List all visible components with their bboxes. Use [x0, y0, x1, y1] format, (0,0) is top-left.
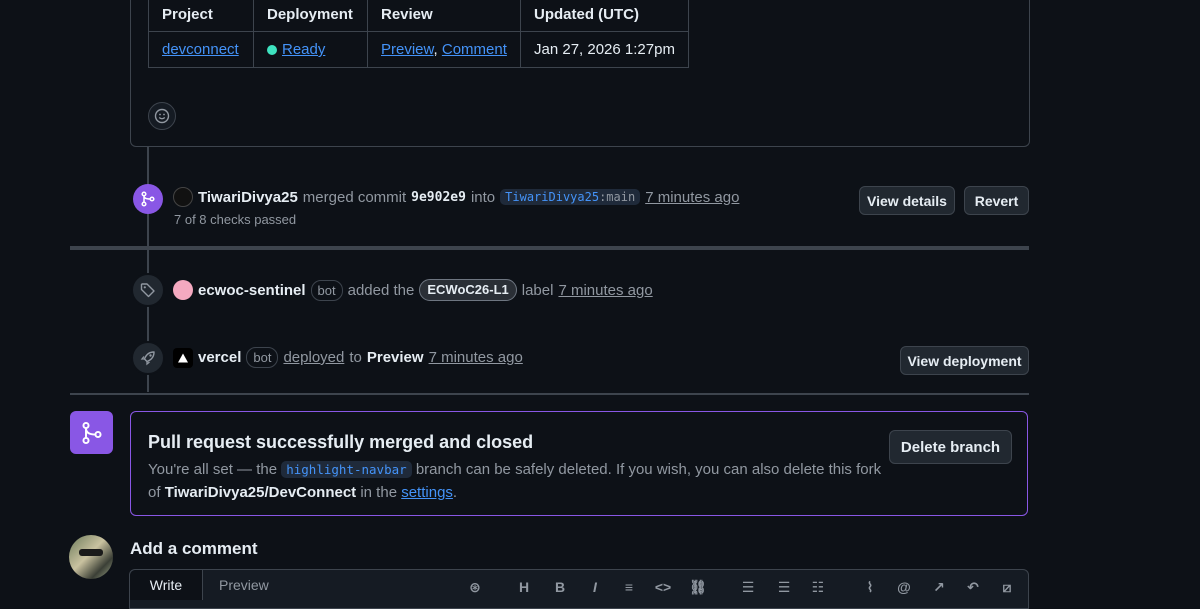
label-event: ecwoc-sentinel bot added the ECWoC26-L1 …	[173, 279, 653, 301]
rocket-icon	[140, 351, 155, 366]
col-project: Project	[148, 0, 254, 32]
label-user[interactable]: ecwoc-sentinel	[198, 282, 306, 299]
unordered-list-icon[interactable]: ☰	[775, 578, 793, 596]
merge-time[interactable]: 7 minutes ago	[645, 189, 739, 206]
deployed-link[interactable]: deployed	[283, 349, 344, 366]
col-deployment: Deployment	[253, 0, 368, 32]
bot-badge: bot	[310, 279, 343, 301]
view-deployment-button[interactable]: View deployment	[900, 346, 1029, 375]
desc-text: You're all set — the	[148, 461, 278, 478]
environment-name: Preview	[366, 349, 424, 366]
into-text: into	[470, 188, 496, 206]
merged-status-icon	[70, 411, 113, 454]
to-text: to	[349, 349, 362, 366]
deploy-user[interactable]: vercel	[198, 349, 241, 366]
checks-status[interactable]: 7 of 8 checks passed	[174, 212, 296, 227]
branch-name: :main	[599, 190, 636, 204]
git-merge-icon	[141, 191, 155, 207]
add-comment-title: Add a comment	[130, 539, 258, 558]
merged-description: You're all set — the highlight-navbar br…	[148, 458, 881, 504]
updated-time: Jan 27, 2026 1:27pm	[520, 31, 689, 68]
bold-icon[interactable]: B	[551, 578, 569, 596]
merge-user[interactable]: TiwariDivya25	[198, 189, 298, 206]
target-branch[interactable]: TiwariDivya25:main	[500, 189, 641, 205]
deployment-table: Project Deployment Review Updated (UTC) …	[148, 0, 689, 68]
delete-branch-button[interactable]: Delete branch	[889, 430, 1012, 464]
desc-text: in the	[360, 484, 398, 501]
avatar[interactable]	[173, 280, 193, 300]
issue-label[interactable]: ECWoC26-L1	[419, 279, 517, 301]
label-event-icon	[131, 273, 165, 307]
quote-icon[interactable]: ≡	[620, 578, 638, 596]
deploy-event: vercel bot deployed to Preview 7 minutes…	[173, 347, 523, 368]
slash-icon[interactable]: ⧄	[998, 578, 1016, 596]
settings-link[interactable]: settings	[401, 484, 453, 501]
review-preview-link[interactable]: Preview	[381, 41, 434, 58]
task-list-icon[interactable]: ☷	[809, 578, 827, 596]
branch-name-pill[interactable]: highlight-navbar	[281, 461, 412, 478]
reference-icon[interactable]: ↗	[930, 578, 948, 596]
undo-icon[interactable]: ↶	[964, 578, 982, 596]
deploy-event-icon	[131, 341, 165, 375]
fork-repo-name: TiwariDivya25/DevConnect	[164, 484, 357, 501]
copilot-icon[interactable]: ⊛	[466, 578, 484, 596]
mention-icon[interactable]: @	[895, 578, 913, 596]
revert-button[interactable]: Revert	[964, 186, 1029, 215]
view-details-button[interactable]: View details	[859, 186, 955, 215]
merged-status-box: Pull request successfully merged and clo…	[130, 411, 1028, 516]
merged-title: Pull request successfully merged and clo…	[148, 432, 534, 452]
col-review: Review	[367, 0, 521, 32]
table-row: devconnect Ready Preview, Comment Jan 27…	[148, 31, 689, 68]
avatar[interactable]	[173, 187, 193, 207]
project-link[interactable]: devconnect	[162, 41, 239, 58]
smiley-icon	[154, 108, 170, 124]
add-reaction-button[interactable]	[148, 102, 176, 130]
col-updated: Updated (UTC)	[520, 0, 689, 32]
table-header-row: Project Deployment Review Updated (UTC)	[148, 0, 689, 32]
review-separator: ,	[433, 41, 438, 58]
timeline-divider	[70, 393, 1029, 395]
avatar[interactable]	[173, 347, 193, 368]
desc-text: .	[452, 484, 458, 501]
timeline-divider	[70, 246, 1029, 250]
italic-icon[interactable]: I	[586, 578, 604, 596]
branch-user: TiwariDivya25	[505, 190, 600, 204]
ordered-list-icon[interactable]: ☰	[739, 578, 757, 596]
merge-text: merged commit	[302, 188, 407, 206]
commit-sha[interactable]: 9e902e9	[411, 190, 466, 205]
label-text: label	[521, 281, 554, 299]
review-comment-link[interactable]: Comment	[442, 41, 507, 58]
vercel-triangle-icon	[178, 353, 188, 362]
code-icon[interactable]: <>	[654, 578, 672, 596]
merge-event-icon	[133, 184, 163, 214]
ready-status-icon	[267, 45, 277, 56]
tab-preview[interactable]: Preview	[219, 570, 269, 600]
attach-icon[interactable]: ⌇	[861, 578, 879, 596]
bot-badge: bot	[246, 347, 279, 368]
added-text: added the	[347, 281, 415, 299]
tag-icon	[140, 283, 155, 298]
comment-editor: Write Preview ⊛ H B I ≡ <> ⛓ ☰ ☰ ☷ ⌇ @ ↗…	[129, 569, 1029, 609]
git-merge-icon	[81, 421, 102, 444]
tab-write[interactable]: Write	[130, 570, 203, 600]
link-icon[interactable]: ⛓	[689, 578, 707, 596]
desc-text: branch can be safely deleted. If you wis…	[415, 461, 882, 478]
label-time[interactable]: 7 minutes ago	[558, 282, 652, 299]
desc-text: of	[148, 484, 161, 501]
deployment-status-link[interactable]: Ready	[282, 41, 325, 58]
deploy-time[interactable]: 7 minutes ago	[429, 349, 523, 366]
avatar[interactable]	[69, 535, 113, 579]
heading-icon[interactable]: H	[515, 578, 533, 596]
merge-event: TiwariDivya25 merged commit 9e902e9 into…	[173, 187, 739, 207]
